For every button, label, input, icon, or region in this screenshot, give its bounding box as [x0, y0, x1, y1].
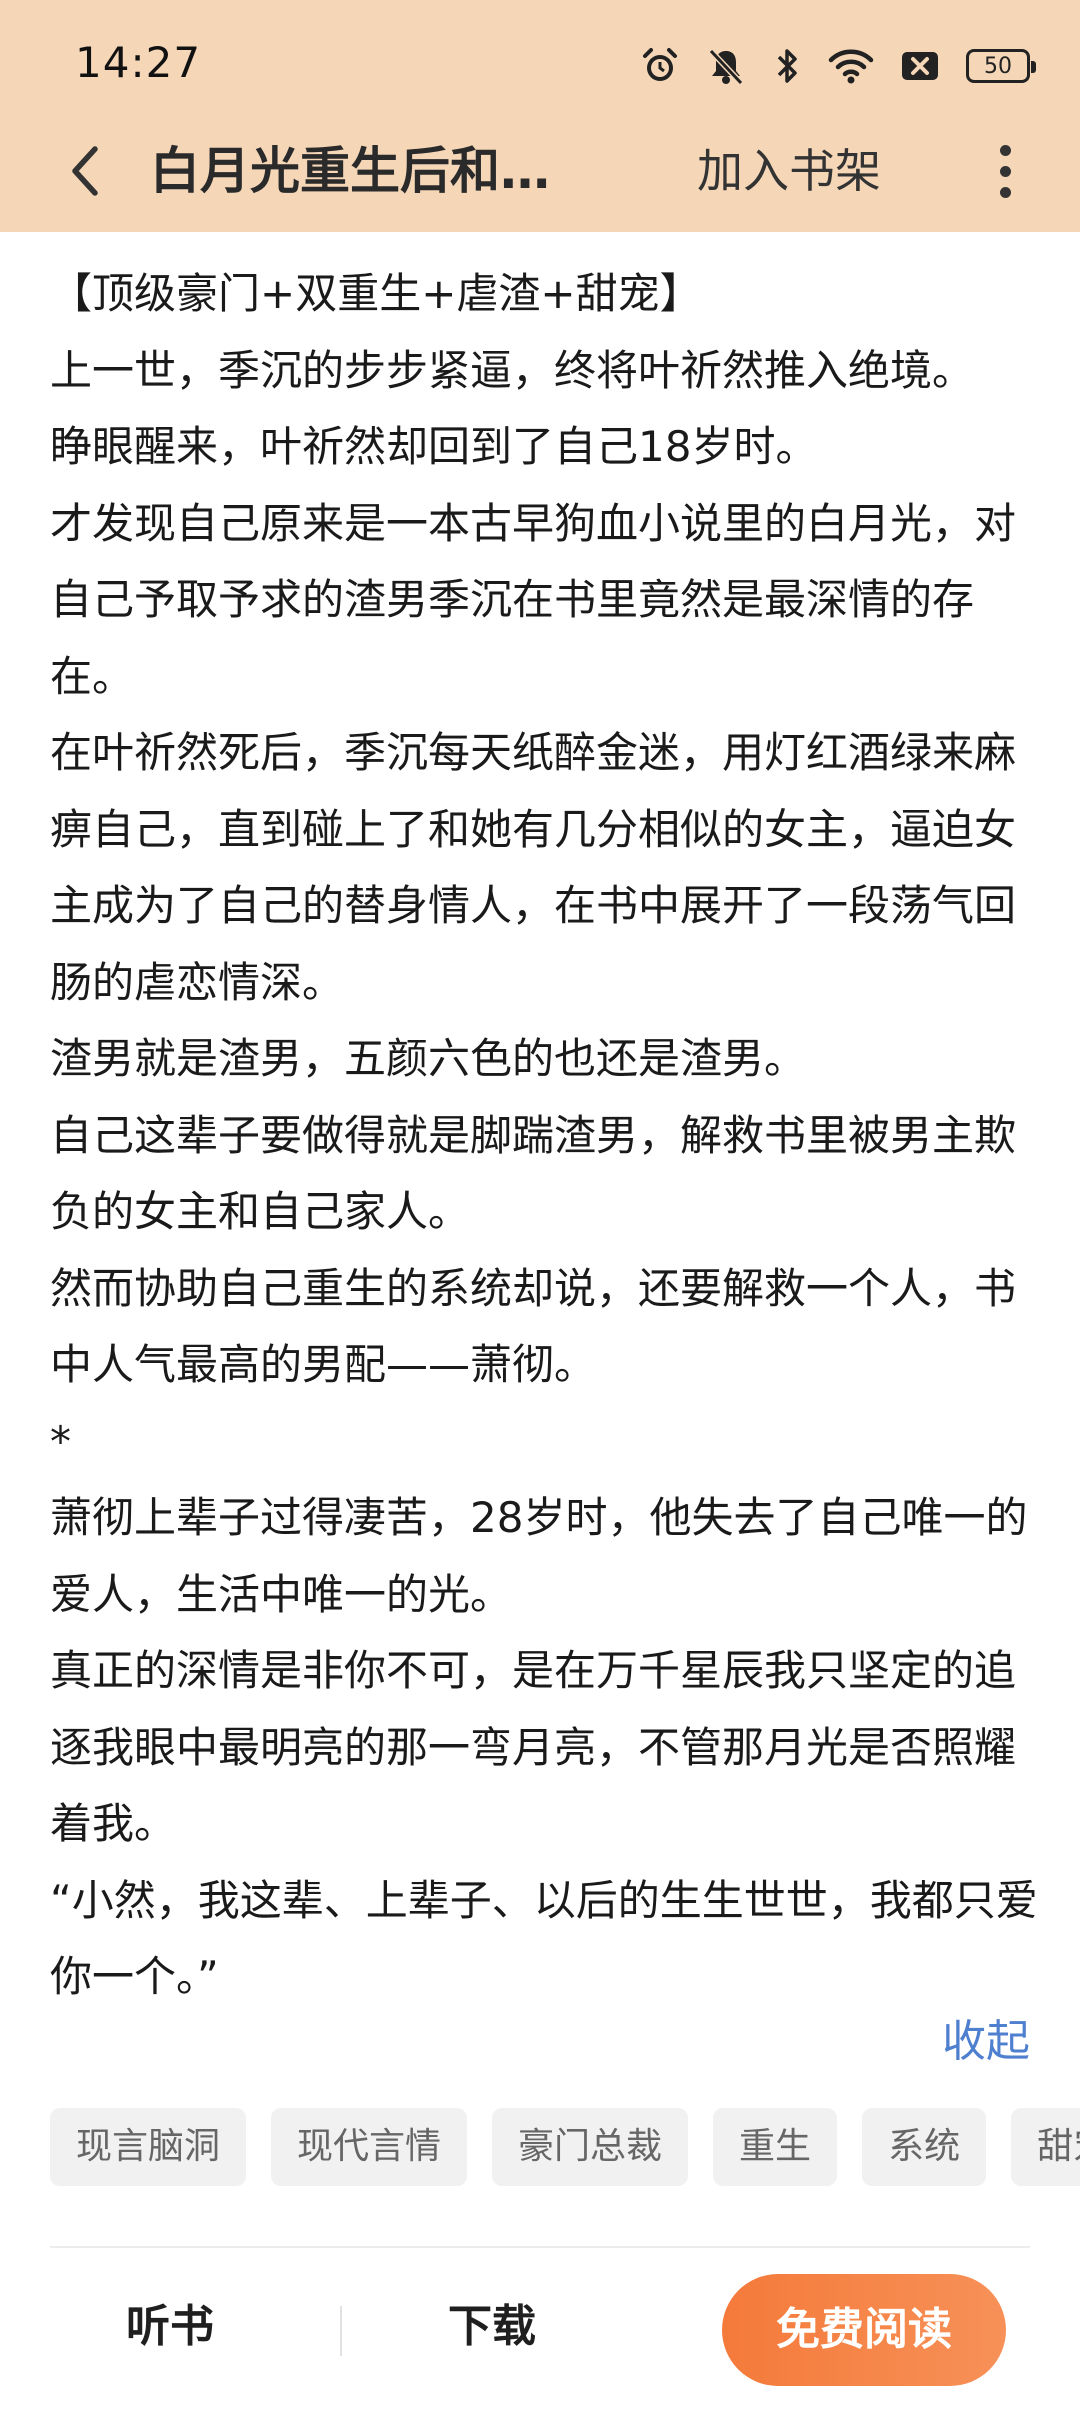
status-icons: 50 [640, 44, 1036, 88]
chevron-left-icon [72, 146, 98, 196]
synopsis-paragraph: 【顶级豪门+双重生+虐渣+甜宠】 [50, 269, 702, 318]
status-bar: 14:27 50 [0, 0, 1080, 130]
synopsis-paragraph: 自己这辈子要做得就是脚踹渣男，解救书里被男主欺负的女主和自己家人。 [50, 1110, 1017, 1237]
bluetooth-icon [772, 46, 802, 86]
divider [50, 2246, 1030, 2248]
download-button[interactable]: 下载 [342, 2272, 642, 2382]
add-to-shelf-button[interactable]: 加入书架 [697, 136, 881, 206]
battery-level: 50 [984, 53, 1012, 79]
book-title: 白月光重生后和… [150, 142, 550, 200]
tag-chip[interactable]: 现言脑洞 [50, 2108, 247, 2186]
listen-button[interactable]: 听书 [0, 2272, 340, 2382]
top-header: 14:27 50 白月光重生后和… 加入书架 [0, 0, 1080, 232]
synopsis-paragraph: 萧彻上辈子过得凄苦，28岁时，他失去了自己唯一的爱人，生活中唯一的光。 [50, 1493, 1028, 1619]
back-button[interactable] [50, 136, 120, 206]
tag-chip[interactable]: 系统 [862, 2108, 987, 2186]
tag-chip[interactable]: 甜宠 [1011, 2108, 1080, 2186]
synopsis-paragraph: * [50, 1416, 71, 1466]
bottom-action-bar: 听书 下载 免费阅读 [0, 2252, 1080, 2414]
synopsis-paragraph: 才发现自己原来是一本古早狗血小说里的白月光，对自己予取予求的渣男季沉在书里竟然是… [50, 498, 1017, 701]
synopsis-paragraph: 睁眼醒来，叶祈然却回到了自己18岁时。 [50, 422, 818, 471]
collapse-button[interactable]: 收起 [942, 2012, 1030, 2072]
synopsis-paragraph: 渣男就是渣男，五颜六色的也还是渣男。 [50, 1034, 807, 1083]
synopsis-paragraph: 然而协助自己重生的系统却说，还要解救一个人，书中人气最高的男配——萧彻。 [50, 1263, 1017, 1390]
status-time: 14:27 [75, 38, 202, 87]
tag-list: 现言脑洞 现代言情 豪门总裁 重生 系统 甜宠 [50, 2108, 1080, 2188]
synopsis-paragraph: “小然，我这辈、上辈子、以后的生生世世，我都只爱你一个。” [50, 1875, 1038, 2002]
tag-chip[interactable]: 现代言情 [271, 2108, 468, 2186]
synopsis-paragraph: 在叶祈然死后，季沉每天纸醉金迷，用灯红酒绿来麻痹自己，直到碰上了和她有几分相似的… [50, 728, 1017, 1007]
book-synopsis: 【顶级豪门+双重生+虐渣+甜宠】 上一世，季沉的步步紧逼，终将叶祈然推入绝境。 … [50, 256, 1040, 2016]
free-read-button[interactable]: 免费阅读 [722, 2274, 1006, 2386]
wifi-icon [828, 46, 874, 86]
alarm-icon [640, 46, 680, 86]
battery-icon: 50 [966, 49, 1036, 83]
tag-chip[interactable]: 豪门总裁 [492, 2108, 689, 2186]
more-dots-icon [999, 144, 1011, 156]
synopsis-paragraph: 上一世，季沉的步步紧逼，终将叶祈然推入绝境。 [50, 345, 975, 395]
synopsis-paragraph: 真正的深情是非你不可，是在万千星辰我只坚定的追逐我眼中最明亮的那一弯月亮，不管那… [50, 1646, 1017, 1848]
no-sim-icon [900, 48, 940, 84]
mute-icon [706, 46, 746, 86]
tag-chip[interactable]: 重生 [713, 2108, 838, 2186]
more-options-button[interactable] [985, 134, 1025, 208]
nav-bar: 白月光重生后和… 加入书架 [0, 130, 1080, 232]
